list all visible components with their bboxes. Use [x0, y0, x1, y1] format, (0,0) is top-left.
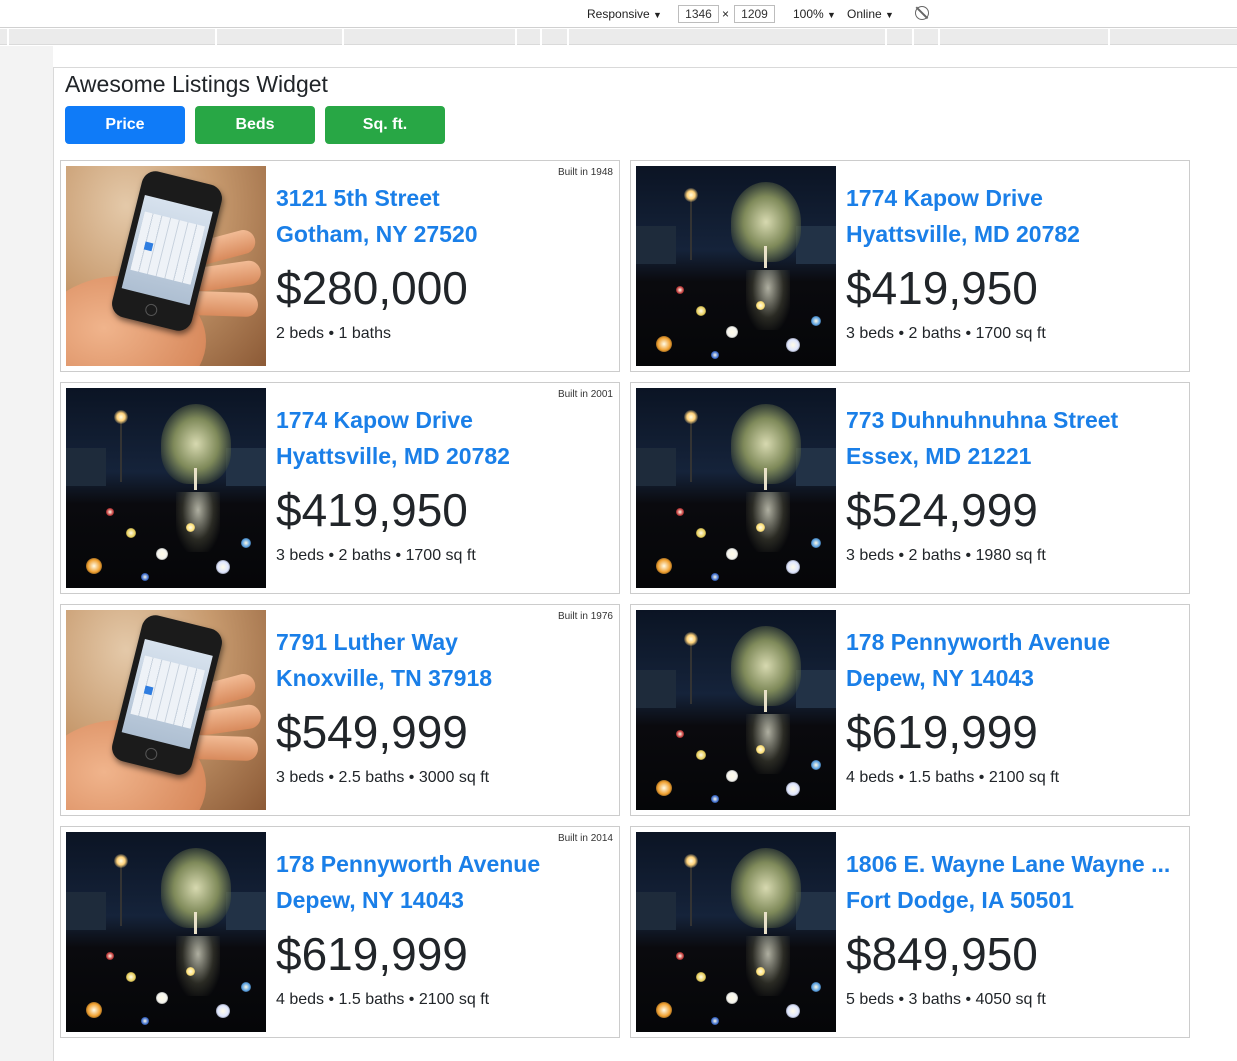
- network-label: Online: [847, 7, 882, 21]
- listing-price: $524,999: [846, 484, 1038, 536]
- sort-sqft-button[interactable]: Sq. ft.: [325, 106, 445, 144]
- listing-city-link[interactable]: Hyattsville, MD 20782: [276, 443, 510, 470]
- listing-street-link[interactable]: 1774 Kapow Drive: [276, 407, 473, 434]
- chevron-down-icon: ▼: [885, 10, 894, 20]
- built-year: Built in 2014: [557, 833, 613, 844]
- listing-city-link[interactable]: Gotham, NY 27520: [276, 221, 478, 248]
- listing-photo[interactable]: [636, 388, 836, 588]
- listing-city-link[interactable]: Knoxville, TN 37918: [276, 665, 492, 692]
- listing-city-link[interactable]: Depew, NY 14043: [846, 665, 1034, 692]
- listing-facts: 3 beds • 2 baths • 1700 sq ft: [846, 325, 1046, 342]
- chevron-down-icon: ▼: [827, 10, 836, 20]
- device-mode-dropdown[interactable]: Responsive ▼: [587, 7, 662, 22]
- device-mode-label: Responsive: [587, 7, 650, 21]
- listing-card[interactable]: Built in 2001 1774 Kapow Drive Hyattsvil…: [60, 382, 620, 594]
- listing-facts: 3 beds • 2.5 baths • 3000 sq ft: [276, 769, 490, 786]
- sort-price-button[interactable]: Price: [65, 106, 185, 144]
- listing-street-link[interactable]: 1806 E. Wayne Lane Wayne ...: [846, 851, 1170, 878]
- listing-price: $619,999: [276, 928, 468, 980]
- listing-facts: 5 beds • 3 baths • 4050 sq ft: [846, 991, 1046, 1008]
- listing-card[interactable]: Built in 1976 7791 Luther Way Knoxville,…: [60, 604, 620, 816]
- listing-card[interactable]: 178 Pennyworth Avenue Depew, NY 14043 $6…: [630, 604, 1190, 816]
- listing-card[interactable]: Built in 1948 3121 5th Street Gotham, NY…: [60, 160, 620, 372]
- chevron-down-icon: ▼: [653, 10, 662, 20]
- dimension-separator: ×: [722, 7, 730, 21]
- listing-photo[interactable]: [66, 388, 266, 588]
- listing-photo[interactable]: [66, 166, 266, 366]
- listing-photo[interactable]: [636, 166, 836, 366]
- listing-city-link[interactable]: Fort Dodge, IA 50501: [846, 887, 1074, 914]
- height-input[interactable]: 1209: [734, 5, 775, 23]
- built-year: Built in 2001: [557, 389, 613, 400]
- listing-price: $419,950: [846, 262, 1038, 314]
- zoom-label: 100%: [793, 7, 824, 21]
- listing-street-link[interactable]: 773 Duhnuhnuhna Street: [846, 407, 1118, 434]
- listing-city-link[interactable]: Essex, MD 21221: [846, 443, 1031, 470]
- built-year: Built in 1948: [557, 167, 613, 178]
- listing-city-link[interactable]: Hyattsville, MD 20782: [846, 221, 1080, 248]
- listing-facts: 3 beds • 2 baths • 1980 sq ft: [846, 547, 1046, 564]
- built-year: Built in 1976: [557, 611, 613, 622]
- listing-card[interactable]: 1774 Kapow Drive Hyattsville, MD 20782 $…: [630, 160, 1190, 372]
- listing-photo[interactable]: [636, 832, 836, 1032]
- listing-price: $849,950: [846, 928, 1038, 980]
- listing-facts: 3 beds • 2 baths • 1700 sq ft: [276, 547, 476, 564]
- page-viewport: Awesome Listings Widget Price Beds Sq. f…: [53, 67, 1237, 1061]
- listing-street-link[interactable]: 7791 Luther Way: [276, 629, 458, 656]
- rotate-icon[interactable]: [915, 6, 929, 20]
- listing-price: $419,950: [276, 484, 468, 536]
- listing-photo[interactable]: [66, 610, 266, 810]
- media-query-ruler[interactable]: [0, 29, 1237, 45]
- listing-city-link[interactable]: Depew, NY 14043: [276, 887, 464, 914]
- listing-card[interactable]: Built in 2014 178 Pennyworth Avenue Depe…: [60, 826, 620, 1038]
- listing-price: $280,000: [276, 262, 468, 314]
- listing-photo[interactable]: [66, 832, 266, 1032]
- listing-street-link[interactable]: 178 Pennyworth Avenue: [846, 629, 1110, 656]
- width-input[interactable]: 1346: [678, 5, 719, 23]
- listing-price: $549,999: [276, 706, 468, 758]
- listing-facts: 4 beds • 1.5 baths • 2100 sq ft: [276, 991, 490, 1008]
- listing-price: $619,999: [846, 706, 1038, 758]
- listing-street-link[interactable]: 3121 5th Street: [276, 185, 440, 212]
- sort-beds-button[interactable]: Beds: [195, 106, 315, 144]
- listing-facts: 4 beds • 1.5 baths • 2100 sq ft: [846, 769, 1060, 786]
- network-throttle-dropdown[interactable]: Online ▼: [847, 7, 894, 22]
- listing-street-link[interactable]: 1774 Kapow Drive: [846, 185, 1043, 212]
- devtools-toolbar: Responsive ▼ 1346 × 1209 100% ▼ Online ▼: [0, 0, 1237, 28]
- listing-street-link[interactable]: 178 Pennyworth Avenue: [276, 851, 540, 878]
- listing-card[interactable]: 1806 E. Wayne Lane Wayne ... Fort Dodge,…: [630, 826, 1190, 1038]
- listing-facts: 2 beds • 1 baths: [276, 325, 392, 342]
- listing-card[interactable]: 773 Duhnuhnuhna Street Essex, MD 21221 $…: [630, 382, 1190, 594]
- listing-photo[interactable]: [636, 610, 836, 810]
- viewport-gutter: [0, 46, 53, 1061]
- zoom-dropdown[interactable]: 100% ▼: [793, 7, 836, 22]
- widget-title: Awesome Listings Widget: [65, 71, 328, 97]
